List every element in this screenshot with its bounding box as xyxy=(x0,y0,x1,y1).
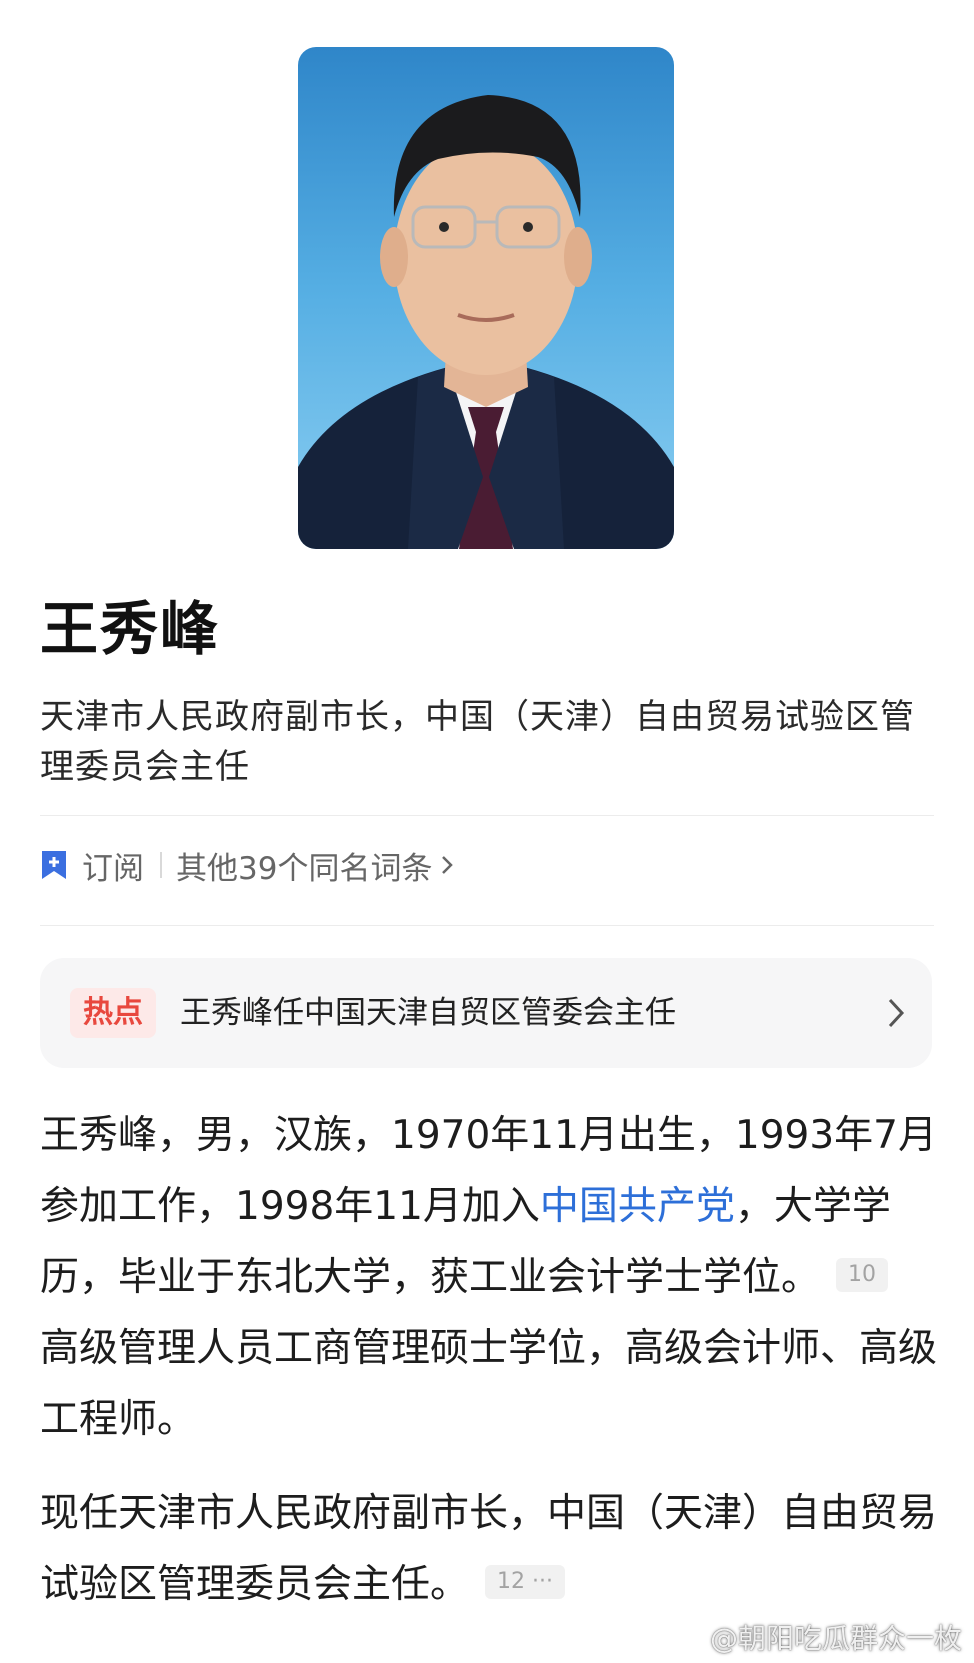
intro-text-3: 高级管理人员工商管理硕士学位，高级会计师、高级工程师。 xyxy=(40,1326,938,1442)
chevron-right-icon xyxy=(888,998,905,1028)
chevron-right-icon xyxy=(442,856,454,874)
divider xyxy=(40,815,934,816)
hot-news-card[interactable]: 热点 王秀峰任中国天津自贸区管委会主任 xyxy=(40,958,932,1068)
weibo-watermark: @朝阳吃瓜群众一枚 xyxy=(670,1617,962,1657)
hot-headline: 王秀峰任中国天津自贸区管委会主任 xyxy=(180,995,676,1031)
separator xyxy=(160,852,162,878)
bookmark-add-icon[interactable] xyxy=(40,849,68,881)
same-name-entries-link[interactable]: 其他39个同名词条 xyxy=(176,843,432,888)
weibo-logo-icon xyxy=(670,1625,703,1651)
subscribe-button[interactable]: 订阅 xyxy=(82,843,144,888)
page-title: 王秀峰 xyxy=(40,595,221,663)
portrait-illustration xyxy=(298,95,674,549)
watermark-text: @朝阳吃瓜群众一枚 xyxy=(709,1622,962,1655)
intro-paragraph: 王秀峰，男，汉族，1970年11月出生，1993年7月参加工作，1998年11月… xyxy=(40,1100,940,1455)
action-row: 订阅 其他39个同名词条 xyxy=(40,843,454,887)
link-ccp[interactable]: 中国共产党 xyxy=(540,1184,735,1229)
reference-badge[interactable]: 12 ··· xyxy=(485,1564,565,1599)
divider xyxy=(40,925,934,926)
profile-subtitle: 天津市人民政府副市长，中国（天津）自由贸易试验区管理委员会主任 xyxy=(40,697,915,787)
hot-tag: 热点 xyxy=(70,988,156,1038)
profile-photo[interactable] xyxy=(298,47,674,549)
current-position-paragraph: 现任天津市人民政府副市长，中国（天津）自由贸易试验区管理委员会主任。 12 ··· xyxy=(40,1478,940,1620)
reference-badge[interactable]: 10 xyxy=(836,1257,889,1292)
